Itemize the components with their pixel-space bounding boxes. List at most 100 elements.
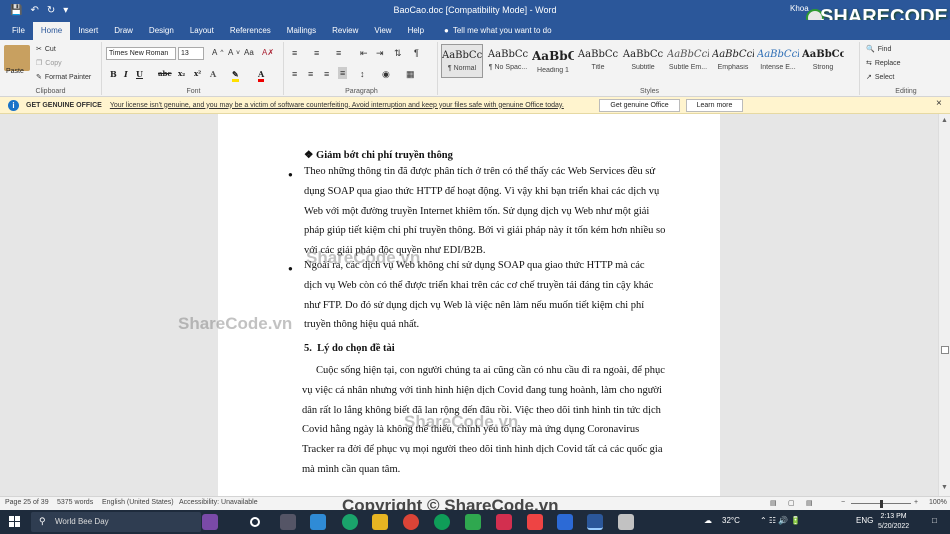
print-layout-icon[interactable]: ▢: [788, 499, 795, 507]
taskbar-search[interactable]: World Bee Day: [31, 512, 201, 532]
tab-file[interactable]: File: [4, 22, 33, 40]
change-case-button[interactable]: Aa: [244, 48, 254, 57]
style-subtle-emphasis[interactable]: AaBbCcl Subtle Em...: [667, 44, 709, 78]
zoom-thumb[interactable]: [880, 500, 883, 508]
cut-button[interactable]: ✂ Cut: [36, 45, 56, 54]
app-gray-icon[interactable]: [618, 514, 634, 530]
word-icon[interactable]: [587, 514, 603, 530]
tab-layout[interactable]: Layout: [182, 22, 222, 40]
task-view-icon[interactable]: [280, 514, 296, 530]
windows-start-icon[interactable]: [9, 516, 21, 528]
tray-icons[interactable]: ⌃ ☷ 🔊 🔋: [760, 516, 800, 525]
tab-references[interactable]: References: [222, 22, 279, 40]
italic-button[interactable]: I: [124, 69, 128, 79]
line-spacing-icon[interactable]: ↕: [360, 69, 365, 79]
get-genuine-button[interactable]: Get genuine Office: [599, 99, 680, 112]
style-no-spacing[interactable]: AaBbCc ¶ No Spac...: [487, 44, 529, 78]
tell-me-box[interactable]: ● Tell me what you want to do: [432, 22, 552, 40]
grow-font-button[interactable]: A ^: [212, 48, 223, 57]
tab-home[interactable]: Home: [32, 22, 71, 40]
zoom-out-icon[interactable]: −: [841, 499, 845, 506]
bold-button[interactable]: B: [110, 69, 117, 79]
chrome-profile-icon[interactable]: [434, 514, 450, 530]
app-icon[interactable]: [465, 514, 481, 530]
scroll-thumb[interactable]: [941, 346, 949, 354]
edge-icon[interactable]: [342, 514, 358, 530]
read-mode-icon[interactable]: ▤: [770, 499, 777, 507]
select-button[interactable]: ↗ Select: [866, 73, 894, 82]
input-language[interactable]: ENG: [856, 516, 873, 525]
page-count[interactable]: Page 25 of 39: [5, 499, 49, 506]
superscript-button[interactable]: x²: [194, 69, 201, 78]
zoom-in-icon[interactable]: +: [914, 499, 918, 506]
copy-button[interactable]: ❐ Copy: [36, 59, 62, 68]
scroll-up-icon[interactable]: ▲: [941, 117, 948, 124]
pilcrow-icon[interactable]: ¶: [414, 48, 419, 58]
bullets-icon[interactable]: ≡: [292, 48, 297, 58]
close-icon[interactable]: ×: [936, 98, 942, 109]
text-effects-icon[interactable]: A: [210, 69, 216, 79]
warning-message[interactable]: Your license isn't genuine, and you may …: [110, 102, 564, 109]
increase-indent-icon[interactable]: ⇥: [376, 48, 384, 59]
vertical-scrollbar[interactable]: ▲ ▼: [938, 114, 950, 496]
clear-format-icon[interactable]: A✗: [262, 48, 274, 57]
font-name-select[interactable]: Times New Roman: [106, 47, 176, 60]
app-pink-icon[interactable]: [527, 514, 543, 530]
paste-button[interactable]: Paste: [6, 68, 24, 75]
scroll-down-icon[interactable]: ▼: [941, 484, 948, 491]
notification-icon[interactable]: □: [932, 516, 937, 525]
subscript-button[interactable]: x₂: [178, 69, 185, 78]
web-layout-icon[interactable]: ▤: [806, 499, 813, 507]
accessibility-status[interactable]: Accessibility: Unavailable: [179, 499, 258, 506]
style-strong[interactable]: AaBbCc Strong: [802, 44, 844, 78]
style-subtitle[interactable]: AaBbCc Subtitle: [622, 44, 664, 78]
mail-icon[interactable]: [310, 514, 326, 530]
weather-icon[interactable]: ☁: [704, 516, 712, 525]
tab-insert[interactable]: Insert: [70, 22, 106, 40]
app-blue-icon[interactable]: [557, 514, 573, 530]
replace-button[interactable]: ⇆ Replace: [866, 59, 901, 68]
user-name[interactable]: Khoa: [790, 4, 809, 13]
justify-icon[interactable]: ≡: [338, 67, 348, 79]
zoom-level[interactable]: 100%: [929, 499, 947, 506]
underline-button[interactable]: U: [136, 69, 143, 79]
sort-icon[interactable]: ⇅: [394, 48, 402, 59]
app-red-icon[interactable]: [496, 514, 512, 530]
strikethrough-button[interactable]: abc: [158, 69, 172, 78]
tab-mailings[interactable]: Mailings: [279, 22, 324, 40]
chrome-icon[interactable]: [403, 514, 419, 530]
file-explorer-icon[interactable]: [372, 514, 388, 530]
shading-icon[interactable]: ◉: [382, 69, 390, 80]
borders-icon[interactable]: ▦: [406, 69, 415, 80]
style-emphasis[interactable]: AaBbCcl Emphasis: [712, 44, 754, 78]
font-size-select[interactable]: 13: [178, 47, 204, 60]
language-indicator[interactable]: English (United States): [102, 499, 174, 506]
align-left-icon[interactable]: ≡: [292, 69, 297, 79]
tab-review[interactable]: Review: [324, 22, 366, 40]
highlight-icon[interactable]: ✎: [232, 69, 239, 82]
style-normal[interactable]: AaBbCc ¶ Normal: [441, 44, 483, 78]
shrink-font-button[interactable]: Av: [228, 48, 240, 57]
font-color-icon[interactable]: A: [258, 69, 265, 82]
style-title[interactable]: AaBbCc Title: [577, 44, 619, 78]
tab-design[interactable]: Design: [141, 22, 182, 40]
tab-draw[interactable]: Draw: [106, 22, 141, 40]
document-page[interactable]: ❖ Giảm bớt chi phí truyền thông ● Theo n…: [218, 114, 720, 496]
decrease-indent-icon[interactable]: ⇤: [360, 48, 368, 59]
align-right-icon[interactable]: ≡: [324, 69, 329, 79]
world-bee-day-icon[interactable]: [202, 514, 218, 530]
temperature[interactable]: 32°C: [722, 516, 740, 525]
format-painter-button[interactable]: ✎ Format Painter: [36, 73, 91, 82]
word-count[interactable]: 5375 words: [57, 499, 93, 506]
tab-view[interactable]: View: [366, 22, 399, 40]
multilevel-list-icon[interactable]: ≡: [336, 48, 341, 58]
style-heading-1[interactable]: AaBbC Heading 1: [532, 44, 574, 78]
tab-help[interactable]: Help: [400, 22, 432, 40]
learn-more-button[interactable]: Learn more: [686, 99, 743, 112]
style-intense-emphasis[interactable]: AaBbCcl Intense E...: [757, 44, 799, 78]
clock[interactable]: 2:13 PM 5/20/2022: [878, 512, 909, 532]
cortana-icon[interactable]: [250, 517, 260, 527]
align-center-icon[interactable]: ≡: [308, 69, 313, 79]
find-button[interactable]: 🔍 Find: [866, 45, 891, 54]
numbering-icon[interactable]: ≡: [314, 48, 319, 58]
